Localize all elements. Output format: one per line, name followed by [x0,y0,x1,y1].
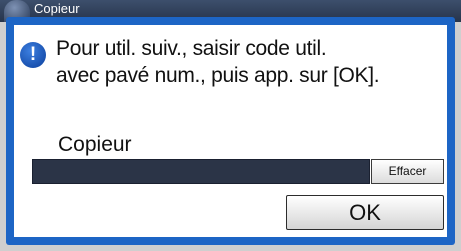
user-code-input[interactable] [32,159,370,184]
clear-button[interactable]: Effacer [371,159,444,184]
info-icon: ! [20,42,46,68]
ok-button[interactable]: OK [286,195,444,230]
dialog-message: Pour util. suiv., saisir code util. avec… [56,35,441,89]
user-code-label: Copieur [58,133,132,156]
dialog-message-line-1: Pour util. suiv., saisir code util. [56,37,327,60]
dialog-message-line-2: avec pavé num., puis app. sur [OK]. [56,64,380,87]
dialog-content: ! Pour util. suiv., saisir code util. av… [14,25,447,237]
user-code-dialog: ! Pour util. suiv., saisir code util. av… [6,17,455,245]
mode-label: Copieur [34,1,80,16]
